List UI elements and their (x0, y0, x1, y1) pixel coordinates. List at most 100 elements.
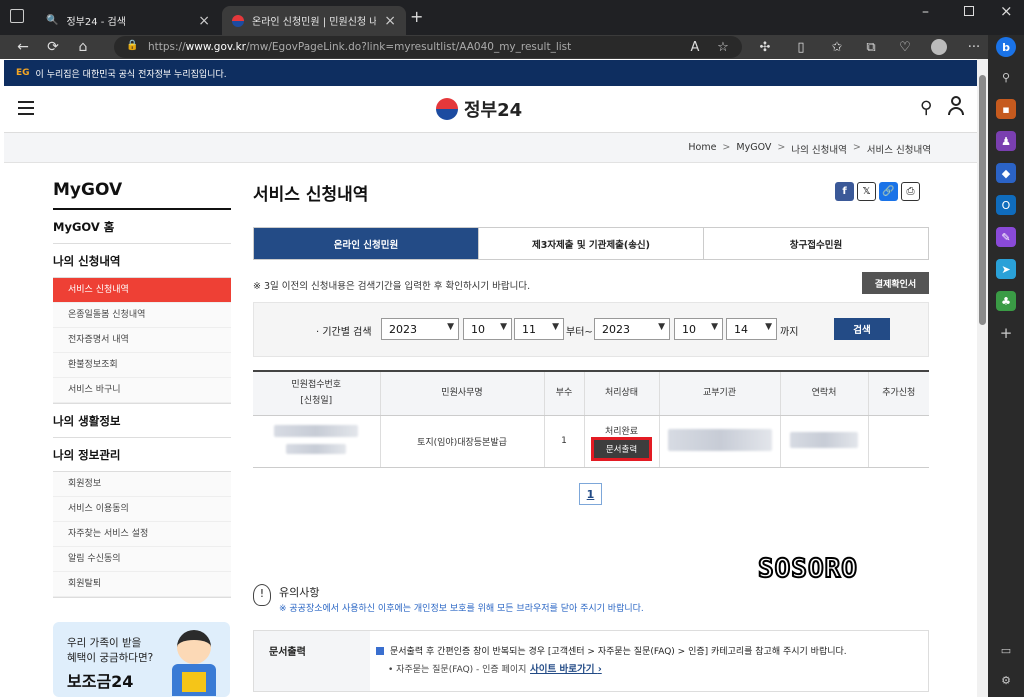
more-menu-icon[interactable]: ··· (963, 37, 985, 57)
telegram-icon[interactable]: ➤ (996, 259, 1016, 279)
search-button[interactable]: 검색 (834, 318, 890, 340)
crumb-current[interactable]: 서비스 신청내역 (867, 142, 931, 156)
print-icon[interactable]: ⎙ (901, 182, 920, 201)
tree-icon[interactable]: ♣ (996, 291, 1016, 311)
home-icon[interactable]: ⌂ (68, 35, 98, 59)
nav-my-life-info[interactable]: 나의 생활정보 (53, 404, 231, 438)
tab-actions-icon[interactable] (10, 9, 24, 23)
search-icon[interactable]: ⚲ (920, 98, 932, 118)
link-icon[interactable]: 🔗 (879, 182, 898, 201)
refresh-icon[interactable]: ⟳ (38, 35, 68, 59)
print-document-button[interactable]: 문서출력 (590, 437, 653, 461)
tab-title: 온라인 신청민원 | 민원신청 내역 (252, 17, 377, 28)
hamburger-menu-icon[interactable] (18, 101, 34, 115)
close-icon[interactable]: × (198, 13, 210, 29)
search-icon[interactable]: ⚲ (996, 67, 1016, 87)
nav-withdraw[interactable]: 회원탈퇴 (53, 572, 231, 597)
url-field[interactable]: 🔒 https://www.gov.kr/mw/EgovPageLink.do?… (114, 36, 742, 58)
crumb-home[interactable]: Home (688, 142, 716, 156)
extensions-icon[interactable]: ✣ (754, 37, 776, 57)
from-year-select[interactable]: 2023 ▼ (381, 318, 459, 340)
left-navigation: MyGOV MyGOV 홈 나의 신청내역 서비스 신청내역 온종일돌봄 신청내… (53, 170, 231, 598)
nav-service-applications[interactable]: 서비스 신청내역 (53, 278, 231, 303)
maximize-button[interactable] (964, 6, 974, 16)
col-status: 처리상태 (584, 371, 660, 416)
col-additional: 추가신청 (868, 371, 929, 416)
collections-icon[interactable]: ⧉ (860, 37, 882, 57)
chevron-down-icon: ▼ (765, 322, 772, 332)
favorites-icon[interactable]: ✩ (826, 37, 848, 57)
read-aloud-icon[interactable]: A (684, 37, 706, 57)
agency-cell (659, 415, 781, 468)
bullet-square-icon (376, 647, 384, 655)
nav-notification-consent[interactable]: 알림 수신동의 (53, 547, 231, 572)
settings-gear-icon[interactable]: ⚙ (996, 670, 1016, 690)
panel-icon[interactable]: ▭ (996, 640, 1016, 660)
nav-e-certificates[interactable]: 전자증명서 내역 (53, 328, 231, 353)
profile-avatar-icon[interactable] (928, 37, 950, 57)
payment-confirmation-button[interactable]: 결제확인서 (862, 272, 929, 294)
status-text: 처리완료 (604, 427, 639, 437)
copilot-icon[interactable]: b (996, 37, 1016, 57)
chevron-down-icon: ▼ (447, 322, 454, 332)
nav-service-consent[interactable]: 서비스 이용동의 (53, 497, 231, 522)
favorite-star-icon[interactable]: ☆ (712, 37, 734, 57)
nav-my-info-manage[interactable]: 나의 정보관리 (53, 438, 231, 472)
col-receipt-no-label: 민원접수번호 [신청일] (291, 380, 342, 407)
chevron-down-icon: ▼ (658, 322, 665, 332)
crumb-my-applications[interactable]: 나의 신청내역 (791, 142, 846, 156)
nav-title: MyGOV (53, 170, 231, 210)
info-head: 문서출력 (254, 631, 370, 691)
heart-pulse-icon[interactable]: ♡ (894, 37, 916, 57)
nav-mygov-home[interactable]: MyGOV 홈 (53, 210, 231, 244)
redacted-agency (667, 428, 772, 451)
from-month-select[interactable]: 10 ▼ (463, 318, 512, 340)
gov24-logo[interactable]: 정부24 (436, 96, 522, 122)
user-icon[interactable] (948, 96, 964, 116)
m365-icon[interactable]: ◆ (996, 163, 1016, 183)
results-table: 민원접수번호 [신청일] 민원사무명 부수 처리상태 교부기관 연락처 추가신청 … (253, 370, 929, 468)
new-tab-button[interactable]: + (410, 7, 423, 26)
nav-submenu-info: 회원정보 서비스 이용동의 자주찾는 서비스 설정 알림 수신동의 회원탈퇴 (53, 472, 231, 598)
tab-counter[interactable]: 창구접수민원 (704, 228, 928, 259)
additional-cell (868, 415, 929, 468)
x-twitter-icon[interactable]: 𝕏 (857, 182, 876, 201)
outlook-icon[interactable]: O (996, 195, 1016, 215)
nav-favorite-services[interactable]: 자주찾는 서비스 설정 (53, 522, 231, 547)
tools-icon[interactable]: ▪ (996, 99, 1016, 119)
add-icon[interactable]: + (996, 323, 1016, 343)
pagination-page-1[interactable]: 1 (579, 483, 602, 505)
to-day-select[interactable]: 14 ▼ (726, 318, 777, 340)
tab-gov24[interactable]: 온라인 신청민원 | 민원신청 내역 × (222, 6, 406, 35)
facebook-icon[interactable]: f (835, 182, 854, 201)
nav-my-applications[interactable]: 나의 신청내역 (53, 244, 231, 278)
table-row: 토지(임야)대장등본발급 1 처리완료 문서출력 (253, 415, 929, 468)
logo-text: 정부24 (464, 100, 523, 121)
to-month-select[interactable]: 10 ▼ (674, 318, 723, 340)
close-icon[interactable]: × (384, 13, 396, 29)
games-icon[interactable]: ♟ (996, 131, 1016, 151)
split-screen-icon[interactable]: ▯ (790, 37, 812, 57)
nav-member-info[interactable]: 회원정보 (53, 472, 231, 497)
tab-online[interactable]: 온라인 신청민원 (254, 228, 479, 259)
nav-submenu-applications: 서비스 신청내역 온종일돌봄 신청내역 전자증명서 내역 환불정보조회 서비스 … (53, 278, 231, 404)
back-icon[interactable]: ← (8, 35, 38, 59)
breadcrumb-bar: Home > MyGOV > 나의 신청내역 > 서비스 신청내역 (4, 133, 977, 163)
site-shortcut-link[interactable]: 사이트 바로가기 › (530, 661, 602, 675)
nav-refund-info[interactable]: 환불정보조회 (53, 353, 231, 378)
editor-icon[interactable]: ✎ (996, 227, 1016, 247)
minimize-button[interactable]: – (922, 4, 929, 20)
caution-text: ※ 공공장소에서 사용하신 이후에는 개인정보 보호를 위해 모든 브라우저를 … (279, 604, 644, 614)
nav-childcare[interactable]: 온종일돌봄 신청내역 (53, 303, 231, 328)
tab-third-party[interactable]: 제3자제출 및 기관제출(송신) (479, 228, 704, 259)
subsidy24-promo-banner[interactable]: 우리 가족이 받을 혜택이 궁금하다면? 보조금24 (53, 622, 230, 697)
scrollbar-thumb[interactable] (979, 75, 986, 325)
promo-line1: 우리 가족이 받을 (67, 637, 142, 649)
tab-search[interactable]: 🔍 정부24 - 검색 × (36, 6, 220, 35)
to-year-select[interactable]: 2023 ▼ (594, 318, 670, 340)
crumb-mygov[interactable]: MyGOV (736, 142, 771, 156)
from-day-select[interactable]: 11 ▼ (514, 318, 564, 340)
nav-service-basket[interactable]: 서비스 바구니 (53, 378, 231, 403)
search-label: · 기간별 검색 (316, 327, 372, 338)
close-window-button[interactable]: × (1000, 2, 1013, 20)
